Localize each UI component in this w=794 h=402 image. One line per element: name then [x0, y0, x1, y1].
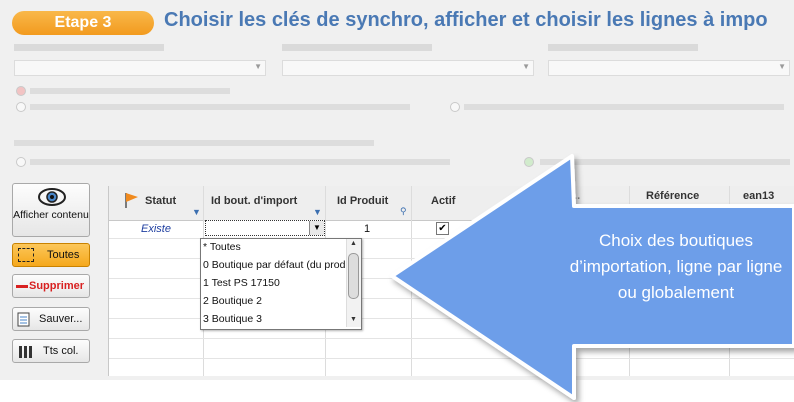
callout-arrow [390, 154, 794, 400]
callout-text: Choix des boutiques d’importation, ligne… [569, 231, 783, 302]
